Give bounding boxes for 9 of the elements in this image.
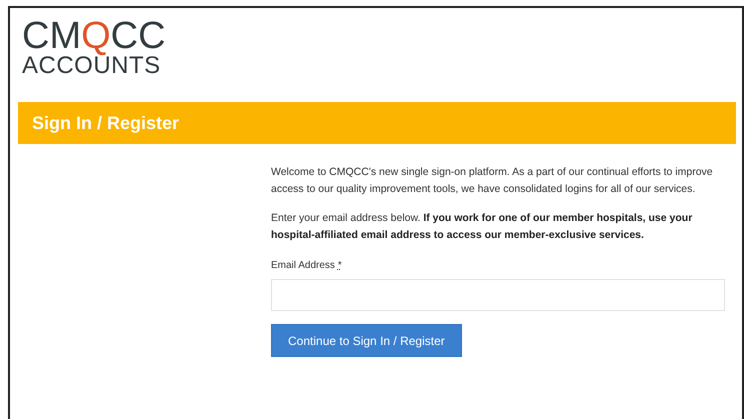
page-title: Sign In / Register: [32, 112, 180, 134]
intro-paragraph: Enter your email address below. If you work for one of our member hospitals, use your hospital-affiliated email address to access our member-exclusive services.: [271, 211, 694, 243]
intro-paragraph: Welcome to CMQCC's new single sign-on platform. As a part of our continual efforts to improve access to our quality improvement tools, we have consolidated logins for all of our services.: [271, 165, 714, 197]
required-mark: *: [338, 260, 342, 271]
continue-button[interactable]: Continue to Sign In / Register: [271, 324, 462, 357]
field-label: Email Address: [271, 260, 335, 271]
email-input-field[interactable]: [271, 279, 725, 311]
logo-wordmark: CMQCC: [22, 18, 166, 54]
logo-subtitle: ACCOUNTS: [22, 54, 162, 78]
